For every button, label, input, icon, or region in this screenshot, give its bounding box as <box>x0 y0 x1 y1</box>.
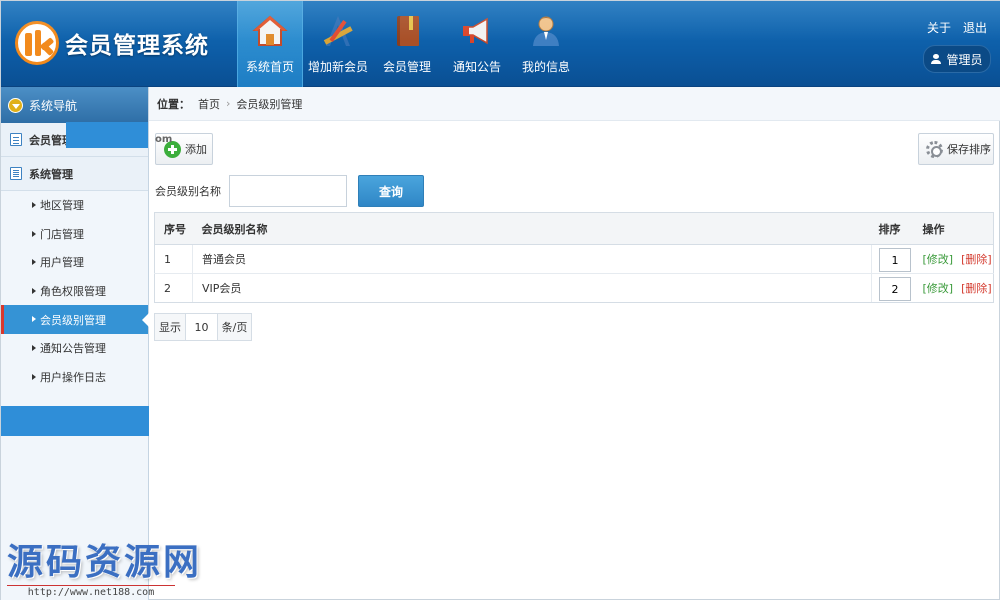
app-title: 会员管理系统 <box>65 33 209 59</box>
cell-name: 普通会员 <box>192 244 872 274</box>
nav-member-manage-label: 会员管理 <box>382 60 431 74</box>
nav-my-info-label: 我的信息 <box>521 60 570 74</box>
sidebar-item-users[interactable]: 用户管理 <box>1 248 148 277</box>
header: 会员管理系统 系统首页 增加新会员 会员管理 通知公告 我的信息 关于 退出 管… <box>1 1 1000 87</box>
breadcrumb-current: 会员级别管理 <box>236 97 303 111</box>
calendar-icon <box>10 167 22 180</box>
chevron-right-icon: › <box>226 97 231 110</box>
sidebar-header: 系统导航 <box>1 87 148 123</box>
om-text: om <box>155 134 173 145</box>
watermark-text: 源码资源网 <box>7 541 203 583</box>
pager-show-label: 显示 <box>154 313 186 341</box>
breadcrumb-prefix: 位置： <box>157 97 190 111</box>
top-links: 关于 退出 <box>927 19 987 36</box>
add-button-label: 添加 <box>185 143 207 156</box>
nav-add-member[interactable]: 增加新会员 <box>306 1 370 87</box>
search-button[interactable]: 查询 <box>358 175 424 207</box>
about-link[interactable]: 关于 <box>927 19 951 36</box>
cell-sort <box>871 273 914 303</box>
nav-home[interactable]: 系统首页 <box>237 1 303 87</box>
main-content: 位置： 首页 › 会员级别管理 添加 om 保存排序 会员级别名称 查询 序号 … <box>149 87 1000 600</box>
table-row: 1 普通会员 [修改] [删除] <box>154 244 994 274</box>
current-user-name: 管理员 <box>946 52 983 67</box>
sidebar-group-system[interactable]: 系统管理 <box>1 157 148 191</box>
sidebar-item-region[interactable]: 地区管理 <box>1 191 148 220</box>
table-header-row: 序号 会员级别名称 排序 操作 <box>154 212 994 245</box>
sidebar-item-roles[interactable]: 角色权限管理 <box>1 277 148 306</box>
sidebar-group-label: 系统管理 <box>29 167 73 181</box>
edit-link[interactable]: [修改] <box>923 282 954 295</box>
watermark-url: http://www.net188.com <box>7 585 175 598</box>
nav-notice[interactable]: 通知公告 <box>444 1 510 87</box>
cell-sort <box>871 244 914 274</box>
cell-seq: 2 <box>154 273 193 303</box>
breadcrumb: 位置： 首页 › 会员级别管理 <box>149 87 1000 121</box>
header-ops: 操作 <box>913 212 994 245</box>
level-name-input[interactable] <box>229 175 347 207</box>
sidebar-item-label: 会员级别管理 <box>40 313 106 327</box>
member-level-table: 序号 会员级别名称 排序 操作 1 普通会员 [修改] [删除] <box>154 212 994 303</box>
cell-seq: 1 <box>154 244 193 274</box>
logout-link[interactable]: 退出 <box>963 19 987 36</box>
sidebar-item-store[interactable]: 门店管理 <box>1 220 148 249</box>
app-window: 会员管理系统 系统首页 增加新会员 会员管理 通知公告 我的信息 关于 退出 管… <box>0 0 1000 600</box>
user-icon <box>931 54 942 64</box>
cell-ops: [修改] [删除] <box>913 273 994 303</box>
header-seq: 序号 <box>154 212 193 245</box>
nav-notice-label: 通知公告 <box>452 60 501 74</box>
nav-my-info[interactable]: 我的信息 <box>513 1 579 87</box>
collapse-arrow-icon[interactable] <box>8 97 23 113</box>
sidebar-item-label: 门店管理 <box>40 227 84 241</box>
sort-order-input[interactable] <box>879 277 911 301</box>
save-sort-button[interactable]: 保存排序 <box>918 133 994 165</box>
edit-link[interactable]: [修改] <box>923 253 954 266</box>
watermark: 源码资源网 http://www.net188.com <box>7 533 202 598</box>
sidebar-item-label: 用户操作日志 <box>40 370 106 384</box>
table-row: 2 VIP会员 [修改] [删除] <box>154 273 994 303</box>
pagination: 显示 10 条/页 <box>154 313 252 341</box>
nav-home-label: 系统首页 <box>245 60 294 74</box>
gear-icon <box>926 140 943 158</box>
list-icon <box>10 133 22 146</box>
breadcrumb-home[interactable]: 首页 <box>198 96 220 112</box>
search-label: 会员级别名称 <box>155 185 221 198</box>
sidebar: 系统导航 会员管理 系统管理 地区管理 门店管理 用户管理 角色权限管理 会员级… <box>1 87 149 600</box>
current-user-badge[interactable]: 管理员 <box>923 45 991 73</box>
sidebar-item-label: 地区管理 <box>40 199 84 213</box>
sidebar-item-operation-log[interactable]: 用户操作日志 <box>1 363 148 392</box>
search-bar: 会员级别名称 查询 <box>155 174 424 208</box>
pager-unit-label: 条/页 <box>218 313 252 341</box>
nav-add-member-label: 增加新会员 <box>307 60 368 74</box>
sidebar-item-member-level[interactable]: 会员级别管理 <box>1 305 149 334</box>
person-icon <box>528 13 564 49</box>
header-name: 会员级别名称 <box>192 212 872 245</box>
cell-name: VIP会员 <box>192 273 872 303</box>
house-icon <box>252 13 288 49</box>
cell-ops: [修改] [删除] <box>913 244 994 274</box>
nav-member-manage[interactable]: 会员管理 <box>373 1 441 87</box>
logo-icon <box>15 21 59 65</box>
delete-link[interactable]: [删除] <box>961 282 992 295</box>
sidebar-item-label: 角色权限管理 <box>40 285 106 299</box>
page-size-select[interactable]: 10 <box>186 313 218 341</box>
save-sort-label: 保存排序 <box>947 143 991 156</box>
sort-order-input[interactable] <box>879 248 911 272</box>
sidebar-item-label: 通知公告管理 <box>40 342 106 356</box>
megaphone-icon <box>459 13 495 49</box>
app-logo: 会员管理系统 <box>15 21 209 65</box>
overlay-block <box>66 122 148 148</box>
delete-link[interactable]: [删除] <box>961 253 992 266</box>
sidebar-item-label: 用户管理 <box>40 256 84 270</box>
sidebar-band <box>1 406 149 436</box>
header-sort: 排序 <box>871 212 914 245</box>
sidebar-title: 系统导航 <box>29 98 78 113</box>
drafting-tools-icon <box>320 13 356 49</box>
top-nav: 系统首页 增加新会员 会员管理 通知公告 我的信息 <box>237 1 582 87</box>
book-icon <box>389 13 425 49</box>
sidebar-item-notice-manage[interactable]: 通知公告管理 <box>1 334 148 363</box>
